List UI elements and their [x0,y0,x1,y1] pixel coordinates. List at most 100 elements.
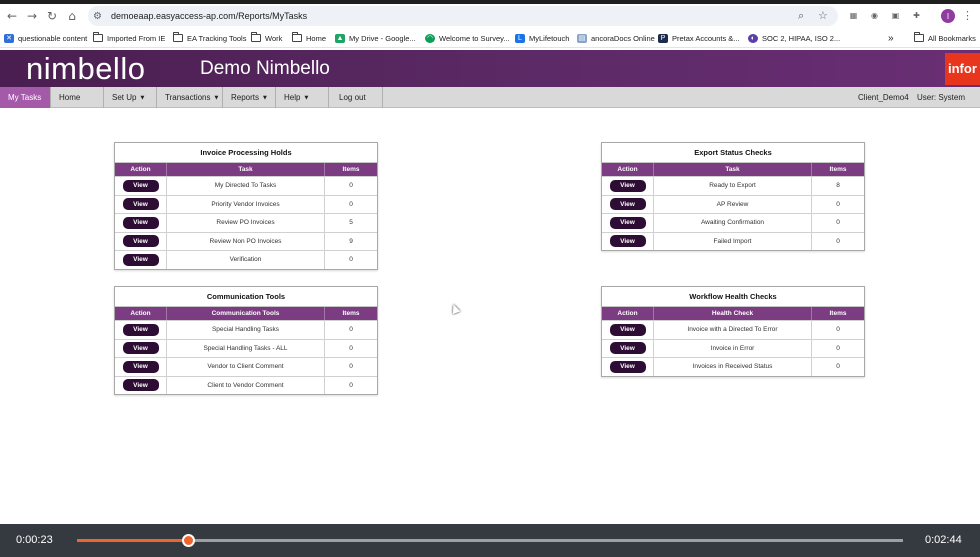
items-count-cell: 0 [349,182,353,190]
view-button[interactable]: View [122,360,159,373]
seek-handle[interactable] [181,534,195,547]
bookmark-item[interactable]: ▲ My Drive - Google... [335,31,416,45]
google-drive-icon: ▲ [335,33,345,43]
panel-communication-tools: Communication Tools Action Communication T… [114,286,378,395]
nav-set-up[interactable]: Set Up ▼ [104,87,157,108]
action-cell: View [602,321,654,339]
task-cell: Priority Vendor Invoices [167,195,325,213]
items-count-cell: 8 [836,182,840,190]
panel-export-status-checks: Export Status Checks Action Task Items View R… [601,142,865,251]
column-header: Action [602,307,654,320]
view-button[interactable]: View [609,235,646,248]
items-count-cell: 0 [349,326,353,334]
nav-transactions[interactable]: Transactions ▼ [157,87,223,108]
panel-invoice-processing-holds: Invoice Processing Holds Action Task Items V… [114,142,378,270]
column-header: Items [829,166,847,173]
items-count-cell: 0 [349,256,353,264]
back-arrow-icon[interactable]: ← [2,6,22,26]
view-button[interactable]: View [122,235,159,248]
view-button[interactable]: View [122,216,159,229]
extension-icon-1[interactable]: ▦ [848,10,859,21]
app-nav: My Tasks Home Set Up ▼ Transactions ▼ Repo… [0,87,980,108]
task-cell: Awaiting Confirmation [654,214,812,232]
forward-arrow-icon[interactable]: → [22,6,42,26]
seek-bar[interactable] [77,534,903,547]
table-row: View Special Handling Tasks 0 [115,320,377,339]
view-button[interactable]: View [609,323,646,336]
task-cell: Ready to Export [654,177,812,195]
view-button[interactable]: View [609,216,646,229]
extension-icon-3[interactable]: ▣ [890,10,901,21]
panel-title: Workflow Health Checks [602,287,864,307]
view-button[interactable]: View [122,253,159,266]
caret-down-icon: ▼ [304,95,309,101]
items-count-cell: 0 [836,326,840,334]
action-cell: View [115,177,167,195]
view-button[interactable]: View [122,379,159,392]
nav-reports[interactable]: Reports ▼ [223,87,276,108]
bookmark-item[interactable]: Home [292,31,326,45]
action-cell: View [602,232,654,250]
action-cell: View [602,195,654,213]
view-button[interactable]: View [609,342,646,355]
browser-menu-icon[interactable]: ⋮ [962,9,973,22]
action-cell: View [115,358,167,376]
nav-log-out[interactable]: Log out [329,87,383,108]
home-icon[interactable]: ⌂ [62,6,82,26]
view-button[interactable]: View [122,198,159,211]
view-button[interactable]: View [122,342,159,355]
bookmark-item[interactable]: ✕ questionable content [4,31,87,45]
lifetouch-icon: L [515,33,525,43]
column-header: Communication Tools [167,307,325,320]
address-bar[interactable]: ⚙ demoeaap.easyaccess-ap.com/Reports/MyT… [88,6,838,26]
nav-home[interactable]: Home [51,87,104,108]
items-count-cell: 0 [349,344,353,352]
items-count-cell: 5 [349,219,353,227]
nimbello-logo[interactable]: nimbello [26,50,145,87]
task-cell: Invoices in Received Status [654,358,812,376]
profile-avatar[interactable]: I [941,9,955,23]
action-cell: View [602,177,654,195]
column-header: Action [115,307,167,320]
table-row: View Invoice with a Directed To Error 0 [602,320,864,339]
panel-workflow-health-checks: Workflow Health Checks Action Health Check… [601,286,865,377]
bookmark-item[interactable]: ◠ Welcome to Survey... [425,31,510,45]
table-row: View Failed Import 0 [602,231,864,250]
view-button[interactable]: View [609,179,646,192]
zoom-icon[interactable]: ⌕ [798,9,804,23]
items-count-cell: 0 [349,381,353,389]
total-time: 0:02:44 [925,534,962,546]
bookmark-item[interactable]: Imported From IE [93,31,165,45]
nav-help[interactable]: Help ▼ [276,87,329,108]
nav-my-tasks[interactable]: My Tasks [0,87,51,108]
bookmark-item[interactable]: Work [251,31,282,45]
soc2-icon: ◐ [748,33,758,43]
bookmarks-overflow-icon[interactable]: » [888,31,894,45]
task-cell: Vendor to Client Comment [167,358,325,376]
all-bookmarks-folder[interactable]: All Bookmarks [914,31,976,45]
view-button[interactable]: View [609,360,646,373]
view-button[interactable]: View [609,198,646,211]
task-cell: Review Non PO Invoices [167,232,325,250]
reload-icon[interactable]: ↻ [42,6,62,26]
action-cell: View [602,358,654,376]
action-cell: View [115,376,167,394]
view-button[interactable]: View [122,323,159,336]
view-button[interactable]: View [122,179,159,192]
table-row: View Ready to Export 8 [602,176,864,195]
bookmark-item[interactable]: ▤ ancoraDocs Online [577,31,655,45]
browser-toolbar: ← → ↻ ⌂ ⚙ demoeaap.easyaccess-ap.com/Rep… [0,4,980,28]
bookmark-star-icon[interactable]: ☆ [818,9,828,22]
table-row: View Client to Vendor Comment 0 [115,375,377,394]
table-row: View AP Review 0 [602,194,864,213]
bookmark-item[interactable]: L MyLifetouch [515,31,569,45]
video-player-bar: 0:00:23 0:02:44 [0,524,980,557]
action-cell: View [115,214,167,232]
bookmark-item[interactable]: ◐ SOC 2, HIPAA, ISO 2... [748,31,840,45]
extensions-puzzle-icon[interactable]: ✚ [911,10,922,21]
bookmark-item[interactable]: EA Tracking Tools [173,31,246,45]
site-info-icon[interactable]: ⚙ [93,11,111,22]
task-cell: Verification [167,251,325,269]
extension-icon-2[interactable]: ◉ [869,10,880,21]
bookmark-item[interactable]: P Pretax Accounts &... [658,31,740,45]
